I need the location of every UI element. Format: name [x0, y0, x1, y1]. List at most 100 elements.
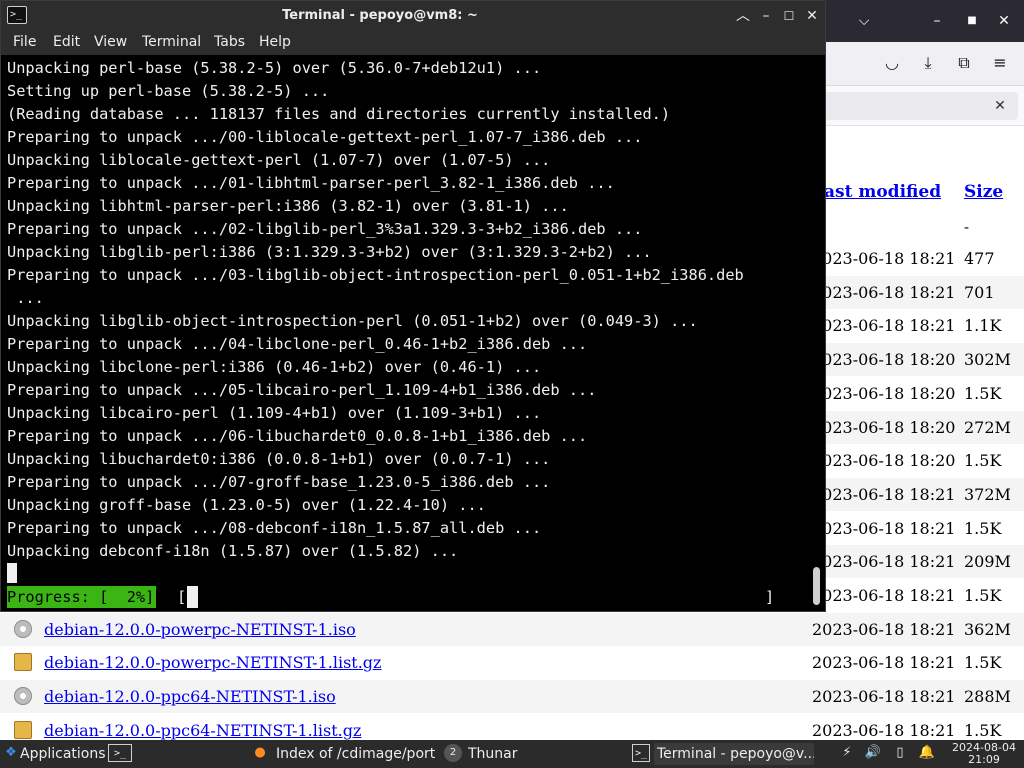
file-size: 1.5K: [964, 383, 1002, 403]
tab-list-chevron-icon[interactable]: ⌵: [853, 10, 875, 32]
terminal-titlebar[interactable]: >_ Terminal - pepoyo@vm8: ~ ︿ – ☐ ✕: [1, 1, 825, 31]
notification-close-icon[interactable]: ✕: [990, 96, 1010, 116]
progress-bar-close: ]: [765, 588, 775, 606]
terminal-line: Unpacking libuchardet0:i386 (0.0.8-1+b1)…: [7, 450, 551, 468]
terminal-line: Preparing to unpack .../06-libuchardet0_…: [7, 427, 588, 445]
file-link[interactable]: debian-12.0.0-ppc64-NETINST-1.list.gz: [44, 721, 361, 740]
scrollbar-thumb[interactable]: [813, 567, 820, 605]
terminal-line: Preparing to unpack .../07-groff-base_1.…: [7, 473, 551, 491]
close-icon[interactable]: ✕: [802, 6, 822, 26]
thunar-badge: 2: [444, 744, 462, 762]
terminal-line: Unpacking liblocale-gettext-perl (1.07-7…: [7, 151, 551, 169]
file-size: 272M: [964, 417, 1011, 437]
file-size: 372M: [964, 484, 1011, 504]
file-size: 1.5K: [964, 586, 1002, 605]
applications-menu-icon[interactable]: ❖: [2, 744, 20, 762]
file-size: 1.5K: [964, 451, 1002, 471]
terminal-line: Preparing to unpack .../00-liblocale-get…: [7, 128, 643, 146]
file-date: 2023-06-18 18:21: [812, 552, 956, 572]
terminal-line: Setting up perl-base (5.38.2-5) ...: [7, 82, 330, 100]
minimize-icon[interactable]: –: [756, 6, 776, 26]
file-size: 477: [964, 249, 995, 268]
pocket-icon[interactable]: ◡: [881, 52, 903, 74]
file-date: 2023-06-18 18:20: [812, 451, 956, 471]
file-date: 2023-06-18 18:21: [812, 619, 956, 639]
terminal-line: Preparing to unpack .../05-libcairo-perl…: [7, 381, 597, 399]
terminal-title: Terminal - pepoyo@vm8: ~: [282, 8, 478, 23]
file-size: 288M: [964, 687, 1011, 707]
download-icon[interactable]: ⤓: [917, 52, 939, 74]
terminal-menubar: File Edit View Terminal Tabs Help: [1, 31, 825, 55]
file-date: 2023-06-18 18:21: [812, 720, 956, 740]
file-date: 2023-06-18 18:20: [812, 350, 956, 370]
file-date: 2023-06-18 18:20: [812, 383, 956, 403]
notification-bell-icon[interactable]: 🔔: [918, 744, 936, 762]
file-size: 701: [964, 282, 995, 302]
terminal-line: Preparing to unpack .../04-libclone-perl…: [7, 335, 588, 353]
terminal-line: Preparing to unpack .../01-libhtml-parse…: [7, 174, 615, 192]
terminal-line: Preparing to unpack .../08-debconf-i18n_…: [7, 519, 542, 537]
table-row: debian-12.0.0-ppc64-NETINST-1.iso 2023-06…: [0, 680, 1024, 714]
file-link[interactable]: debian-12.0.0-powerpc-NETINST-1.list.gz: [44, 653, 381, 672]
disc-image-icon: [14, 687, 32, 706]
maximize-icon[interactable]: ☐: [779, 6, 799, 26]
terminal-output[interactable]: Unpacking perl-base (5.38.2-5) over (5.3…: [1, 55, 809, 611]
task-terminal[interactable]: Terminal - pepoyo@v...: [654, 743, 814, 765]
file-date: 2023-06-18 18:21: [812, 653, 956, 673]
terminal-line: Unpacking libglib-object-introspection-p…: [7, 312, 698, 330]
menu-icon[interactable]: ≡: [989, 52, 1011, 74]
terminal-window: >_ Terminal - pepoyo@vm8: ~ ︿ – ☐ ✕ File…: [0, 0, 826, 612]
file-date: 2023-06-18 18:20: [812, 417, 956, 437]
battery-icon[interactable]: ▯: [891, 744, 909, 762]
terminal-line: Unpacking libcairo-perl (1.109-4+b1) ove…: [7, 404, 542, 422]
file-date: 2023-06-18 18:21: [812, 282, 956, 302]
file-size: 1.5K: [964, 720, 1002, 740]
terminal-line: Preparing to unpack .../02-libglib-perl_…: [7, 220, 643, 238]
firefox-icon: ●: [254, 745, 266, 760]
terminal-line: Unpacking perl-base (5.38.2-5) over (5.3…: [7, 59, 542, 77]
terminal-line: Unpacking libhtml-parser-perl:i386 (3.82…: [7, 197, 569, 215]
file-size: 1.5K: [964, 653, 1002, 673]
package-icon: [14, 720, 32, 739]
applications-menu[interactable]: Applications: [20, 743, 106, 765]
disc-image-icon: [14, 619, 32, 638]
menu-edit[interactable]: Edit: [53, 34, 80, 50]
network-icon[interactable]: ⚡: [838, 744, 856, 762]
minimize-icon[interactable]: –: [926, 10, 948, 32]
taskbar: ❖ Applications >_ ● Index of /cdimage/po…: [0, 740, 1024, 768]
terminal-line: Unpacking libglib-perl:i386 (3:1.329.3-3…: [7, 243, 652, 261]
progress-bar-open: [: [177, 588, 187, 606]
menu-tabs[interactable]: Tabs: [214, 34, 245, 50]
table-row: debian-12.0.0-ppc64-NETINST-1.list.gz 202…: [0, 714, 1024, 740]
column-size[interactable]: Size: [964, 182, 1003, 202]
clock-time: 21:09: [968, 753, 1000, 766]
clock[interactable]: 2024-08-04 21:09: [946, 742, 1022, 766]
volume-icon[interactable]: 🔊: [864, 744, 882, 762]
parent-size: -: [964, 218, 970, 236]
extensions-icon[interactable]: ⧉: [953, 52, 975, 74]
close-icon[interactable]: ✕: [993, 10, 1015, 32]
file-date: 2023-06-18 18:21: [812, 518, 956, 538]
file-size: 1.5K: [964, 518, 1002, 538]
package-icon: [14, 653, 32, 672]
terminal-line: Unpacking groff-base (1.23.0-5) over (1.…: [7, 496, 486, 514]
file-size: 1.1K: [964, 316, 1002, 336]
task-browser[interactable]: Index of /cdimage/port...: [276, 743, 436, 765]
terminal-line: (Reading database ... 118137 files and d…: [7, 105, 671, 123]
menu-terminal[interactable]: Terminal: [142, 34, 201, 50]
file-link[interactable]: debian-12.0.0-powerpc-NETINST-1.iso: [44, 620, 356, 639]
terminal-task-icon: >_: [632, 744, 650, 762]
maximize-icon[interactable]: ■: [961, 10, 983, 32]
menu-help[interactable]: Help: [259, 34, 291, 50]
file-link[interactable]: debian-12.0.0-ppc64-NETINST-1.iso: [44, 687, 336, 706]
terminal-launcher-icon[interactable]: >_: [108, 744, 132, 762]
progress-label: Progress: [ 2%]: [7, 586, 157, 608]
menu-file[interactable]: File: [13, 34, 36, 50]
terminal-line: ...: [7, 289, 44, 307]
column-last-modified[interactable]: ast modified: [824, 182, 941, 202]
file-date: 2023-06-18 18:21: [812, 316, 956, 336]
menu-view[interactable]: View: [94, 34, 127, 50]
terminal-scrollbar[interactable]: [809, 55, 825, 611]
shade-chevron-up-icon[interactable]: ︿: [733, 6, 753, 26]
task-thunar[interactable]: Thunar: [468, 743, 518, 765]
